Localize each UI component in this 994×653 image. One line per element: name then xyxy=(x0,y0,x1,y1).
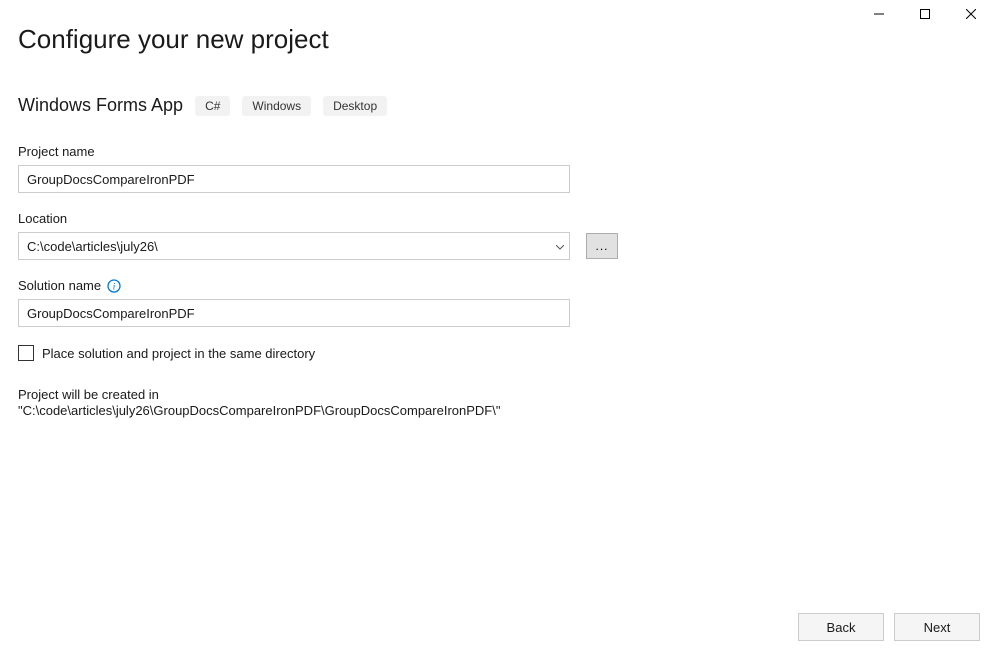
page-title: Configure your new project xyxy=(18,24,976,55)
maximize-button[interactable] xyxy=(902,0,948,28)
footer-buttons: Back Next xyxy=(798,613,980,641)
solution-name-label: Solution name i xyxy=(18,278,976,293)
project-name-input[interactable] xyxy=(18,165,570,193)
maximize-icon xyxy=(920,9,930,19)
same-directory-label[interactable]: Place solution and project in the same d… xyxy=(42,346,315,361)
info-icon[interactable]: i xyxy=(107,279,121,293)
tag-desktop: Desktop xyxy=(323,96,387,116)
solution-name-input[interactable] xyxy=(18,299,570,327)
tag-csharp: C# xyxy=(195,96,230,116)
window-controls xyxy=(856,0,994,28)
location-input[interactable] xyxy=(18,232,570,260)
minimize-icon xyxy=(874,9,884,19)
solution-name-label-text: Solution name xyxy=(18,278,101,293)
minimize-button[interactable] xyxy=(856,0,902,28)
browse-button[interactable]: ... xyxy=(586,233,618,259)
same-directory-checkbox[interactable] xyxy=(18,345,34,361)
back-button[interactable]: Back xyxy=(798,613,884,641)
close-button[interactable] xyxy=(948,0,994,28)
svg-text:i: i xyxy=(113,281,116,291)
next-button[interactable]: Next xyxy=(894,613,980,641)
close-icon xyxy=(966,9,976,19)
template-row: Windows Forms App C# Windows Desktop xyxy=(18,95,976,116)
location-label: Location xyxy=(18,211,976,226)
tag-windows: Windows xyxy=(242,96,311,116)
project-name-label: Project name xyxy=(18,144,976,159)
creation-path-summary: Project will be created in "C:\code\arti… xyxy=(18,387,578,420)
template-name: Windows Forms App xyxy=(18,95,183,116)
